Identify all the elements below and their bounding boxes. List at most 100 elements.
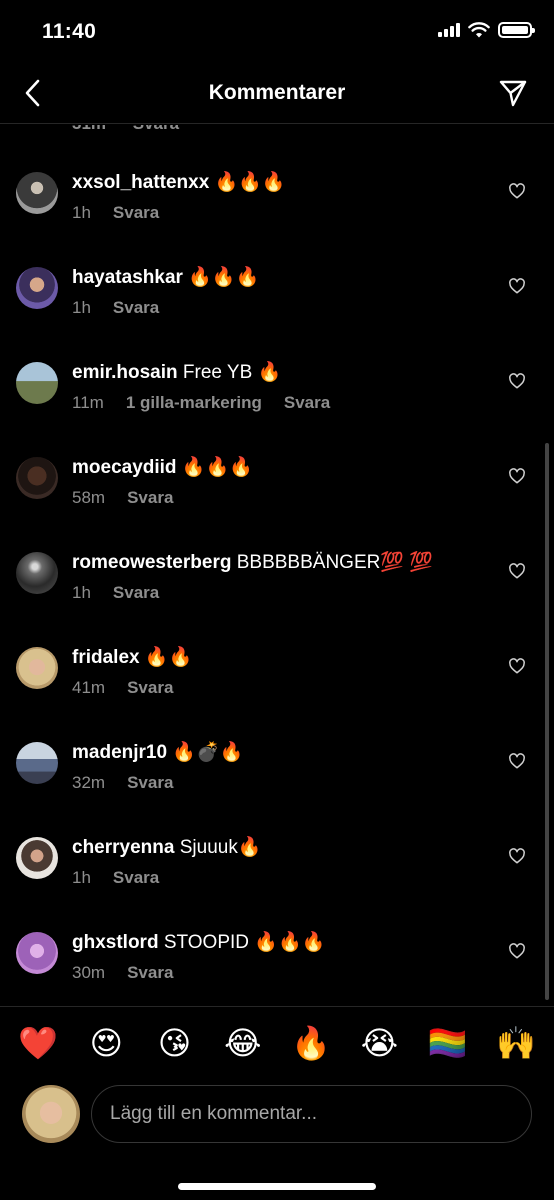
emoji-quick-bar: ❤️ 😍 😘 😂 🔥 😭 🏳️‍🌈 🙌 xyxy=(0,1006,554,1078)
comment-time: 41m xyxy=(72,678,106,697)
comment-item: ghxstlord STOOPID 🔥🔥🔥 30m Svara xyxy=(0,932,554,1005)
avatar[interactable] xyxy=(16,362,58,404)
comment-time: 1h xyxy=(72,583,91,602)
emoji-laughing-button[interactable]: 😂 xyxy=(223,1027,263,1059)
avatar[interactable] xyxy=(16,932,58,974)
comment-item: madenjr10 🔥💣🔥 32m Svara xyxy=(0,742,554,837)
emoji-heart-eyes-button[interactable]: 😍 xyxy=(86,1027,126,1059)
heart-outline-icon[interactable] xyxy=(508,752,526,770)
comment-item: emir.hosain Free YB 🔥 11m 1 gilla-marker… xyxy=(0,362,554,457)
comment-input[interactable] xyxy=(91,1085,532,1143)
comment-body: 🔥🔥🔥 xyxy=(181,457,253,478)
status-icons xyxy=(438,22,535,38)
comment-body: 🔥💣🔥 xyxy=(172,742,244,763)
scrollbar[interactable] xyxy=(545,443,549,1000)
comment-body: 🔥🔥🔥 xyxy=(188,267,260,288)
reply-button[interactable]: Svara xyxy=(127,773,173,793)
comment-username[interactable]: fridalex xyxy=(72,647,140,668)
reply-button[interactable]: Svara xyxy=(113,298,159,318)
comment-time: 58m xyxy=(72,488,106,507)
comment-time: 11m xyxy=(72,393,104,412)
comment-username[interactable]: cherryenna xyxy=(72,837,174,858)
paper-plane-icon xyxy=(499,80,527,107)
reply-button[interactable]: Svara xyxy=(133,125,179,133)
comment-meta: 41m Svara xyxy=(72,678,173,698)
comment-body: Sjuuuk🔥 xyxy=(179,837,262,858)
emoji-kiss-button[interactable]: 😘 xyxy=(155,1027,195,1059)
comment-item: cherryenna Sjuuuk🔥 1h Svara xyxy=(0,837,554,932)
comment-time: 30m xyxy=(72,963,106,982)
comment-meta: 32m Svara xyxy=(72,773,173,793)
comment-meta: 1h Svara xyxy=(72,583,159,603)
comment-username[interactable]: madenjr10 xyxy=(72,742,167,763)
comment-body: Free YB 🔥 xyxy=(182,362,282,383)
comment-username[interactable]: emir.hosain xyxy=(72,362,178,383)
emoji-heart-button[interactable]: ❤️ xyxy=(18,1027,58,1059)
avatar[interactable] xyxy=(16,457,58,499)
heart-outline-icon[interactable] xyxy=(508,942,526,960)
reply-button[interactable]: Svara xyxy=(113,583,159,603)
comment-time: 32m xyxy=(72,773,106,792)
comment-username[interactable]: romeowesterberg xyxy=(72,552,231,573)
emoji-crying-button[interactable]: 😭 xyxy=(359,1027,399,1059)
avatar xyxy=(22,1085,80,1143)
comment-item: romeowesterberg BBBBBBÄNGER💯 💯 1h Svara xyxy=(0,552,554,647)
heart-outline-icon[interactable] xyxy=(508,467,526,485)
header: Kommentarer xyxy=(0,66,554,124)
comment-item: hayatashkar 🔥🔥🔥 1h Svara xyxy=(0,267,554,362)
comment-time: 1h xyxy=(72,203,91,222)
comment-time: 1h xyxy=(72,298,91,317)
avatar[interactable] xyxy=(16,267,58,309)
heart-outline-icon[interactable] xyxy=(508,182,526,200)
heart-outline-icon[interactable] xyxy=(508,657,526,675)
reply-button[interactable]: Svara xyxy=(127,678,173,698)
avatar[interactable] xyxy=(16,837,58,879)
comment-meta: 30m Svara xyxy=(72,963,173,983)
comment-username[interactable]: ghxstlord xyxy=(72,932,159,953)
comment-body: 🔥🔥 xyxy=(144,647,193,668)
emoji-raised-hands-button[interactable]: 🙌 xyxy=(496,1027,536,1059)
heart-outline-icon[interactable] xyxy=(508,277,526,295)
status-time: 11:40 xyxy=(42,20,97,43)
heart-outline-icon[interactable] xyxy=(508,562,526,580)
comment-meta: 1h Svara xyxy=(72,868,159,888)
comment-body: 🔥🔥🔥 xyxy=(214,172,286,193)
comment-body: STOOPID 🔥🔥🔥 xyxy=(163,932,326,953)
comment-time: 1h xyxy=(72,868,91,887)
comment-username[interactable]: xxsol_hattenxx xyxy=(72,172,209,193)
comment-item: moecaydiid 🔥🔥🔥 58m Svara xyxy=(0,457,554,552)
home-indicator xyxy=(178,1183,376,1190)
comment-meta: 31m Svara xyxy=(72,125,201,134)
reply-button[interactable]: Svara xyxy=(127,963,173,983)
wifi-icon xyxy=(468,22,490,38)
comment-list[interactable]: 31m Svara xxsol_hattenxx 🔥🔥🔥 1h Svara ha… xyxy=(0,125,554,1005)
reply-button[interactable]: Svara xyxy=(113,868,159,888)
comment-item: xxsol_hattenxx 🔥🔥🔥 1h Svara xyxy=(0,172,554,267)
comment-body: BBBBBBÄNGER💯 💯 xyxy=(236,552,433,573)
reply-button[interactable]: Svara xyxy=(113,203,159,223)
comment-time: 31m xyxy=(72,125,106,133)
cellular-signal-icon xyxy=(438,23,460,37)
avatar[interactable] xyxy=(16,552,58,594)
share-button[interactable] xyxy=(496,76,530,110)
battery-icon xyxy=(498,22,535,38)
likes-count[interactable]: 1 gilla-markering xyxy=(126,393,262,413)
comment-meta: 1h Svara xyxy=(72,203,159,223)
reply-button[interactable]: Svara xyxy=(284,393,330,413)
heart-outline-icon[interactable] xyxy=(508,847,526,865)
comment-username[interactable]: moecaydiid xyxy=(72,457,177,478)
comment-meta: 1h Svara xyxy=(72,298,159,318)
heart-outline-icon[interactable] xyxy=(508,372,526,390)
reply-button[interactable]: Svara xyxy=(127,488,173,508)
comment-meta: 11m 1 gilla-markering Svara xyxy=(72,393,330,413)
avatar[interactable] xyxy=(16,742,58,784)
emoji-rainbow-flag-button[interactable]: 🏳️‍🌈 xyxy=(428,1027,468,1059)
comment-username[interactable]: hayatashkar xyxy=(72,267,183,288)
avatar[interactable] xyxy=(16,172,58,214)
page-title: Kommentarer xyxy=(208,81,346,104)
avatar[interactable] xyxy=(16,647,58,689)
comment-composer xyxy=(0,1078,554,1158)
emoji-fire-button[interactable]: 🔥 xyxy=(291,1027,331,1059)
comment-item: fridalex 🔥🔥 41m Svara xyxy=(0,647,554,742)
comment-meta: 58m Svara xyxy=(72,488,173,508)
